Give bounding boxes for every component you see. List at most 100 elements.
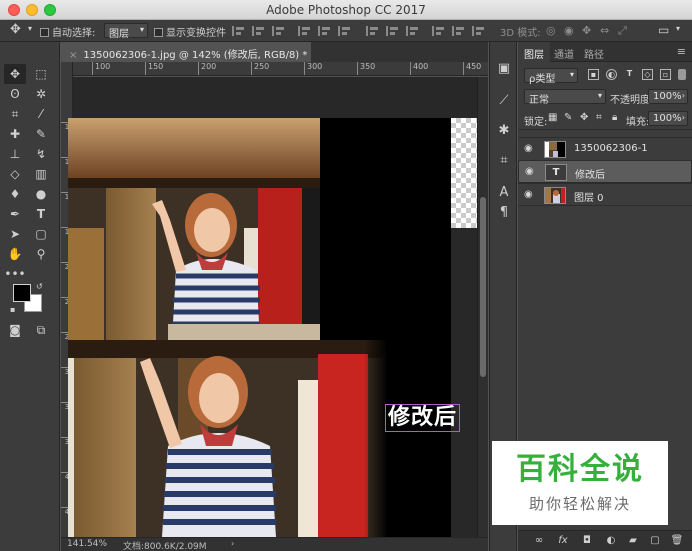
zoom-tool-icon[interactable]: ⚲ bbox=[30, 244, 52, 264]
crop-tool-icon[interactable]: ⌗ bbox=[4, 104, 26, 124]
document-tab[interactable]: × 1350062306-1.jpg @ 142% (修改后, RGB/8) * bbox=[61, 42, 311, 62]
kind-filter-dropdown[interactable]: ρ类型 ▾ bbox=[524, 68, 578, 85]
distribute-center-icon[interactable] bbox=[386, 26, 398, 36]
zoom-level[interactable]: 141.54% bbox=[67, 539, 107, 549]
gradient-tool-icon[interactable]: ▥ bbox=[30, 164, 52, 184]
new-adjustment-layer-icon[interactable]: ◐ bbox=[604, 534, 618, 548]
marquee-tool-icon[interactable]: ⬚ bbox=[30, 64, 52, 84]
show-transform-checkbox[interactable]: 显示变换控件 bbox=[154, 24, 226, 39]
align-right-icon[interactable] bbox=[338, 26, 350, 36]
layer-row[interactable]: ◉ 1350062306-1 bbox=[518, 137, 692, 160]
lock-all-icon[interactable]: 🔒︎ bbox=[612, 112, 617, 123]
lock-artboard-icon[interactable]: ⌗ bbox=[596, 112, 602, 123]
character-panel-icon[interactable]: A bbox=[495, 184, 513, 202]
swap-colors-icon[interactable]: ↺ bbox=[36, 282, 43, 291]
3d-roll-icon[interactable]: ◉ bbox=[564, 24, 574, 37]
healing-brush-tool-icon[interactable]: ✚ bbox=[4, 124, 26, 144]
lock-position-icon[interactable]: ✥ bbox=[580, 112, 588, 123]
align-top-icon[interactable] bbox=[232, 26, 244, 36]
tab-layers[interactable]: 图层 bbox=[518, 42, 550, 62]
layer-row[interactable]: ◉ T 修改后 bbox=[518, 160, 692, 183]
blur-tool-icon[interactable]: ♦ bbox=[4, 184, 26, 204]
fill-field[interactable]: 100% › bbox=[648, 111, 688, 126]
window-title: Adobe Photoshop CC 2017 bbox=[266, 3, 426, 17]
link-layers-icon[interactable]: ∞ bbox=[532, 534, 546, 548]
3d-scale-icon[interactable]: ⤢ bbox=[618, 24, 627, 38]
filter-smart-object-icon[interactable]: ▫ bbox=[660, 69, 671, 80]
eyedropper-tool-icon[interactable]: ⁄ bbox=[30, 104, 52, 124]
move-tool-icon[interactable]: ✥ bbox=[10, 22, 21, 37]
distribute-top-icon[interactable] bbox=[366, 26, 378, 36]
align-vertical-center-icon[interactable] bbox=[252, 26, 264, 36]
type-tool-icon[interactable]: T bbox=[30, 204, 52, 224]
3d-rotate-icon[interactable]: ◎ bbox=[546, 24, 556, 37]
more-tools-icon[interactable]: ••• bbox=[4, 264, 26, 284]
eye-icon[interactable]: ◉ bbox=[524, 189, 536, 201]
rectangle-tool-icon[interactable]: ▢ bbox=[30, 224, 52, 244]
blend-mode-dropdown[interactable]: 正常 ▾ bbox=[524, 89, 606, 106]
3d-pan-icon[interactable]: ✥ bbox=[582, 24, 591, 37]
vertical-scrollbar[interactable] bbox=[477, 77, 488, 537]
filter-shape-icon[interactable]: ◇ bbox=[642, 69, 653, 80]
eye-icon[interactable]: ◉ bbox=[525, 166, 537, 178]
foreground-color-swatch[interactable] bbox=[13, 284, 31, 302]
default-colors-icon[interactable]: ▪ bbox=[10, 305, 15, 314]
eraser-tool-icon[interactable]: ◇ bbox=[4, 164, 26, 184]
history-brush-tool-icon[interactable]: ↯ bbox=[30, 144, 52, 164]
pen-tool-icon[interactable]: ✒ bbox=[4, 204, 26, 224]
adjustments-icon[interactable]: ✱ bbox=[495, 122, 513, 140]
quick-mask-icon[interactable]: ◙ bbox=[4, 320, 26, 340]
workspace-chevron-icon[interactable]: ▾ bbox=[676, 24, 680, 33]
filter-row: ρ类型 ▾ ▪ ◐ T ◇ ▫ bbox=[518, 64, 692, 86]
new-layer-icon[interactable]: ▢ bbox=[648, 534, 662, 548]
distribute-right-icon[interactable] bbox=[472, 26, 484, 36]
filter-type-icon[interactable]: T bbox=[624, 69, 635, 80]
eye-icon[interactable]: ◉ bbox=[524, 143, 536, 155]
path-selection-tool-icon[interactable]: ➤ bbox=[4, 224, 26, 244]
layer-style-icon[interactable]: fx bbox=[556, 534, 570, 548]
status-chevron-icon[interactable]: › bbox=[231, 539, 234, 548]
magic-wand-tool-icon[interactable]: ✲ bbox=[30, 84, 52, 104]
panel-menu-icon[interactable]: ≡ bbox=[677, 45, 686, 58]
auto-select-target-dropdown[interactable]: 图层 ▾ bbox=[104, 23, 148, 40]
lasso-tool-icon[interactable]: ʘ bbox=[4, 84, 26, 104]
distribute-bottom-icon[interactable] bbox=[406, 26, 418, 36]
distribute-left-icon[interactable] bbox=[432, 26, 444, 36]
upper-photo[interactable] bbox=[68, 118, 320, 340]
distribute-horizontal-icon[interactable] bbox=[452, 26, 464, 36]
3d-slide-icon[interactable]: ⇔ bbox=[600, 24, 609, 37]
layer-row[interactable]: ◉ 图层 0 bbox=[518, 183, 692, 206]
opacity-field[interactable]: 100% › bbox=[648, 89, 688, 104]
filter-toggle-icon[interactable] bbox=[678, 69, 686, 80]
align-bottom-icon[interactable] bbox=[272, 26, 284, 36]
filter-pixel-icon[interactable]: ▪ bbox=[588, 69, 599, 80]
new-group-icon[interactable]: ▰ bbox=[626, 534, 640, 548]
tab-channels[interactable]: 通道 bbox=[548, 42, 580, 62]
clone-stamp-tool-icon[interactable]: ⊥ bbox=[4, 144, 26, 164]
add-mask-icon[interactable]: ◘ bbox=[580, 534, 594, 548]
screen-mode-icon[interactable]: ⧉ bbox=[30, 320, 52, 340]
paragraph-panel-icon[interactable]: ¶ bbox=[495, 204, 513, 222]
dodge-tool-icon[interactable]: ● bbox=[30, 184, 52, 204]
text-layer-overlay[interactable]: 修改后 bbox=[385, 404, 461, 432]
libraries-icon[interactable]: ▣ bbox=[495, 60, 513, 78]
align-horizontal-center-icon[interactable] bbox=[318, 26, 330, 36]
scrollbar-thumb[interactable] bbox=[480, 197, 486, 377]
doc-info[interactable]: 文档:800.6K/2.09M bbox=[123, 539, 207, 551]
filter-adjustment-icon[interactable]: ◐ bbox=[606, 69, 617, 80]
close-tab-icon[interactable]: × bbox=[69, 50, 77, 61]
tab-paths[interactable]: 路径 bbox=[578, 42, 610, 62]
align-left-icon[interactable] bbox=[298, 26, 310, 36]
brush-tool-icon[interactable]: ✎ bbox=[30, 124, 52, 144]
lock-image-icon[interactable]: ✎ bbox=[564, 112, 572, 123]
delete-layer-icon[interactable]: 🗑︎ bbox=[670, 534, 684, 548]
workspace-icon[interactable]: ▭ bbox=[658, 23, 669, 37]
lower-photo[interactable] bbox=[68, 340, 386, 537]
curves-icon[interactable]: ⟋ bbox=[495, 92, 513, 110]
lock-transparency-icon[interactable]: ▦ bbox=[548, 112, 557, 123]
hand-tool-icon[interactable]: ✋ bbox=[4, 244, 26, 264]
move-tool-icon[interactable]: ✥ bbox=[4, 64, 26, 84]
auto-select-checkbox[interactable]: 自动选择: bbox=[40, 24, 95, 39]
tool-preset-chevron-icon[interactable]: ▾ bbox=[28, 24, 32, 33]
crop-panel-icon[interactable]: ⌗ bbox=[495, 152, 513, 170]
